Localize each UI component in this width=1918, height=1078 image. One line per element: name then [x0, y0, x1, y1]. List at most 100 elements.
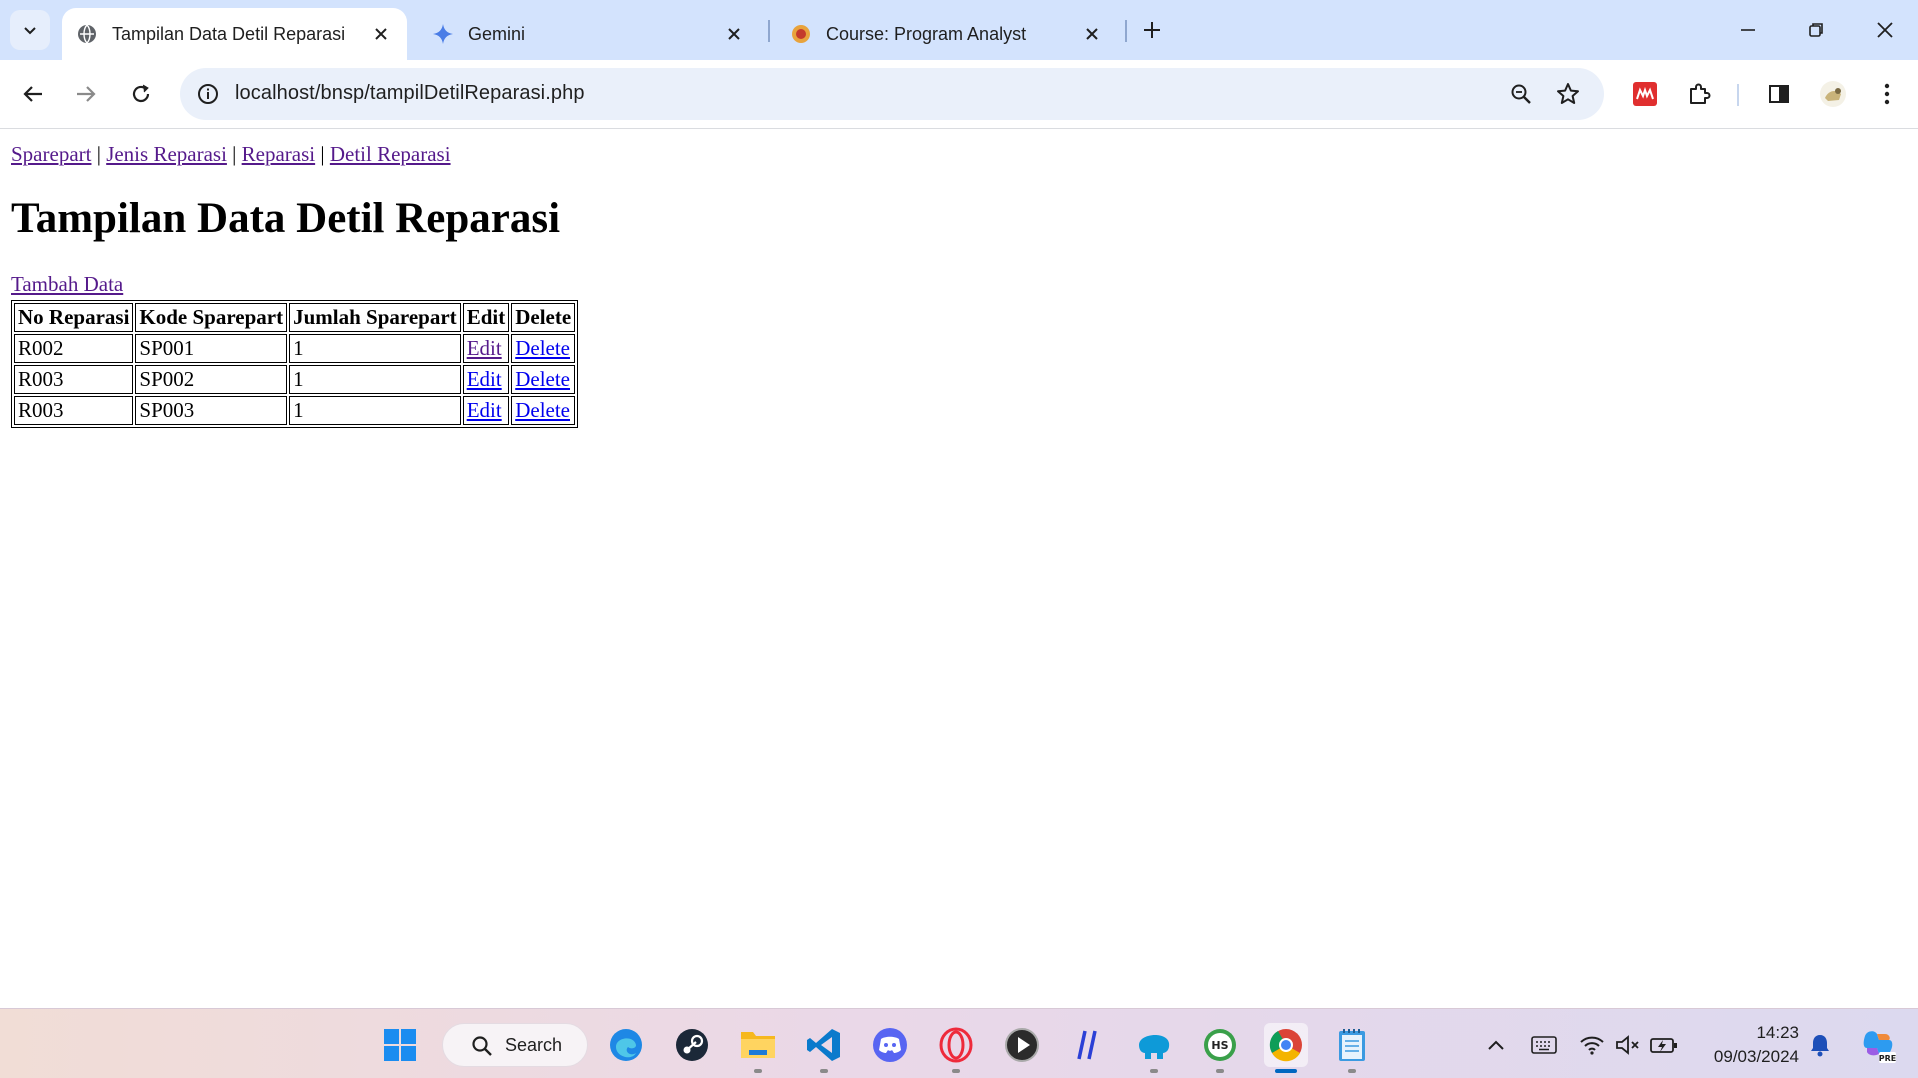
- steam-icon: [676, 1029, 708, 1061]
- new-tab-button[interactable]: [1134, 12, 1170, 48]
- taskbar-app-file-explorer[interactable]: [736, 1023, 780, 1073]
- tab-course[interactable]: Course: Program Analyst: [776, 8, 1118, 60]
- taskbar-app-notepad[interactable]: [1330, 1023, 1374, 1073]
- cell-delete: Delete: [511, 396, 576, 425]
- chrome-icon: [1269, 1029, 1302, 1062]
- delete-link[interactable]: Delete: [515, 367, 570, 391]
- delete-link[interactable]: Delete: [515, 398, 570, 422]
- tab-search-button[interactable]: [10, 10, 50, 50]
- more-vert-icon: [1884, 83, 1890, 105]
- toolbar-divider: [1737, 84, 1739, 106]
- profile-avatar-icon: [1820, 81, 1846, 107]
- opera-icon: [939, 1027, 973, 1063]
- table-header-row: No Reparasi Kode Sparepart Jumlah Sparep…: [14, 303, 576, 332]
- page-content: Sparepart | Jenis Reparasi | Reparasi | …: [0, 130, 1918, 1008]
- close-icon[interactable]: [369, 22, 393, 46]
- running-indicator: [754, 1069, 762, 1073]
- taskbar-app-elephant[interactable]: [1132, 1023, 1176, 1073]
- taskbar-app-media-player[interactable]: [1000, 1023, 1044, 1067]
- back-button[interactable]: [13, 74, 53, 114]
- header-no-reparasi: No Reparasi: [14, 303, 134, 332]
- nav-bar: Sparepart | Jenis Reparasi | Reparasi | …: [11, 142, 451, 167]
- nav-link-sparepart[interactable]: Sparepart: [11, 142, 91, 166]
- table-row: R002 SP001 1 Edit Delete: [14, 334, 576, 363]
- keyboard-button[interactable]: [1530, 1031, 1558, 1059]
- minimize-icon: [1741, 29, 1755, 31]
- taskbar-app-steam[interactable]: [670, 1023, 714, 1067]
- taskbar-app-vscode[interactable]: [802, 1023, 846, 1073]
- tab-active[interactable]: Tampilan Data Detil Reparasi: [62, 8, 407, 60]
- puzzle-icon: [1690, 83, 1711, 104]
- reload-icon: [132, 84, 150, 103]
- browser-toolbar: localhost/bnsp/tampilDetilReparasi.php: [0, 60, 1918, 129]
- volume-button[interactable]: [1614, 1031, 1642, 1059]
- close-icon[interactable]: [1080, 22, 1104, 46]
- copilot-button[interactable]: PRE: [1858, 1025, 1898, 1065]
- side-panel-button[interactable]: [1759, 74, 1799, 114]
- close-icon[interactable]: [722, 22, 746, 46]
- speaker-muted-icon: [1616, 1035, 1639, 1055]
- nav-separator: |: [96, 142, 101, 166]
- edit-link[interactable]: Edit: [467, 336, 502, 360]
- network-button[interactable]: [1578, 1031, 1606, 1059]
- globe-icon: [76, 23, 98, 45]
- tab-strip: Tampilan Data Detil Reparasi Gemini Cour…: [0, 0, 1918, 60]
- system-clock[interactable]: 14:23 09/03/2024: [1695, 1021, 1799, 1069]
- zoom-icon[interactable]: [1503, 76, 1539, 112]
- menu-button[interactable]: [1867, 74, 1907, 114]
- url-text[interactable]: localhost/bnsp/tampilDetilReparasi.php: [235, 82, 585, 105]
- nav-separator: |: [232, 142, 237, 166]
- tray-overflow-button[interactable]: [1482, 1031, 1510, 1059]
- chevron-up-icon: [1488, 1040, 1504, 1050]
- bookmark-star-icon[interactable]: [1550, 76, 1586, 112]
- window-close-button[interactable]: [1862, 10, 1908, 50]
- gemini-sparkle-icon: [432, 23, 454, 45]
- taskbar-app-discord[interactable]: [868, 1023, 912, 1067]
- file-explorer-icon: [741, 1032, 775, 1058]
- cell-edit: Edit: [462, 396, 510, 425]
- cell-edit: Edit: [462, 365, 510, 394]
- taskbar-app-hs[interactable]: HS: [1198, 1023, 1242, 1073]
- edit-link[interactable]: Edit: [467, 398, 502, 422]
- reload-button[interactable]: [121, 74, 161, 114]
- taskbar-app-hashtag[interactable]: [1066, 1023, 1110, 1067]
- add-data-link[interactable]: Tambah Data: [11, 272, 123, 297]
- taskbar-app-chrome[interactable]: [1264, 1023, 1308, 1073]
- nav-link-reparasi[interactable]: Reparasi: [242, 142, 315, 166]
- cell-edit: Edit: [462, 334, 510, 363]
- nav-separator: |: [320, 142, 325, 166]
- address-bar[interactable]: localhost/bnsp/tampilDetilReparasi.php: [180, 68, 1604, 120]
- mendeley-extension-button[interactable]: [1625, 74, 1665, 114]
- cell-jumlah-sparepart: 1: [289, 365, 461, 394]
- nav-link-jenis-reparasi[interactable]: Jenis Reparasi: [106, 142, 227, 166]
- extensions-button[interactable]: [1679, 74, 1719, 114]
- tab-separator: [768, 20, 770, 42]
- notifications-button[interactable]: [1806, 1031, 1834, 1059]
- table-row: R003 SP003 1 Edit Delete: [14, 396, 576, 425]
- forward-button[interactable]: [66, 74, 106, 114]
- media-player-icon: [1005, 1028, 1039, 1062]
- vscode-icon: [807, 1029, 840, 1061]
- tab-gemini[interactable]: Gemini: [418, 8, 760, 60]
- battery-button[interactable]: [1650, 1031, 1678, 1059]
- nav-link-detil-reparasi[interactable]: Detil Reparasi: [330, 142, 451, 166]
- delete-link[interactable]: Delete: [515, 336, 570, 360]
- notepad-icon: [1339, 1029, 1365, 1061]
- edit-link[interactable]: Edit: [467, 367, 502, 391]
- site-info-icon[interactable]: [190, 76, 226, 112]
- cell-jumlah-sparepart: 1: [289, 334, 461, 363]
- taskbar-app-edge[interactable]: [604, 1023, 648, 1067]
- course-site-icon: [790, 23, 812, 45]
- header-edit: Edit: [462, 303, 510, 332]
- minimize-button[interactable]: [1725, 10, 1771, 50]
- taskbar-app-opera[interactable]: [934, 1023, 978, 1073]
- restore-button[interactable]: [1793, 10, 1839, 50]
- profile-button[interactable]: [1813, 74, 1853, 114]
- restore-icon: [1809, 23, 1823, 37]
- discord-icon: [873, 1028, 907, 1062]
- running-indicator: [952, 1069, 960, 1073]
- start-button[interactable]: [378, 1023, 422, 1067]
- cell-kode-sparepart: SP002: [135, 365, 288, 394]
- taskbar-search[interactable]: Search: [442, 1023, 588, 1067]
- cell-jumlah-sparepart: 1: [289, 396, 461, 425]
